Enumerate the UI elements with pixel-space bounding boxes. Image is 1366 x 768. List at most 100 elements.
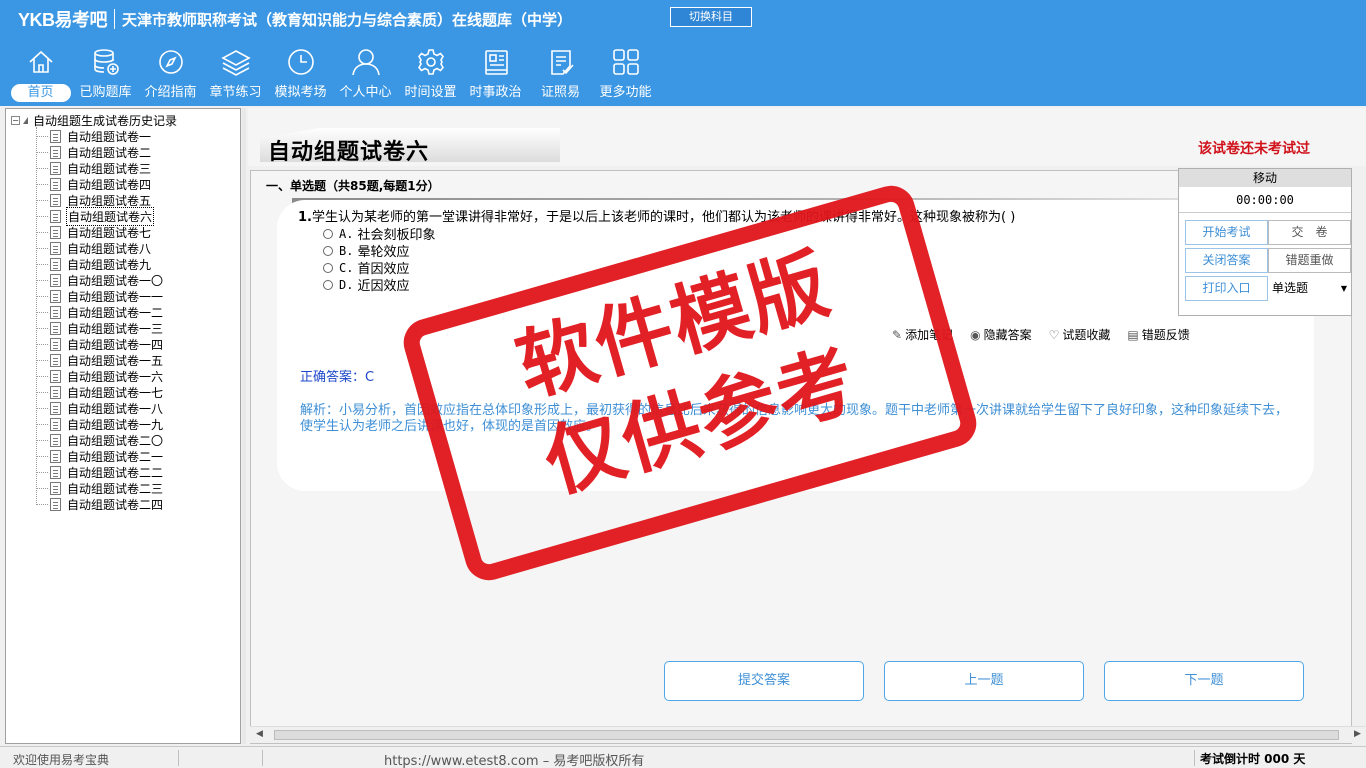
hand-in-button[interactable]: 交 卷 xyxy=(1268,220,1351,245)
tree-connector xyxy=(36,231,48,233)
brand: YKB易考吧 天津市教师职称考试（教育知识能力与综合素质）在线题库（中学） xyxy=(18,8,572,30)
nav-label: 模拟考场 xyxy=(274,85,327,100)
nav-mock-exam[interactable]: 模拟考场 xyxy=(268,46,333,104)
tree-item[interactable]: 自动组题试卷七 xyxy=(36,224,164,240)
nav-label: 已购题库 xyxy=(79,85,132,100)
tree-connector xyxy=(36,279,48,281)
nav-certificate[interactable]: 证照易 xyxy=(528,46,593,104)
radio-button[interactable] xyxy=(323,228,333,239)
panel-move-handle[interactable]: 移动 xyxy=(1179,169,1351,187)
tree-item[interactable]: 自动组题试卷一三 xyxy=(36,320,164,336)
action-label: 错题反馈 xyxy=(1141,328,1190,342)
report-icon: ▤ xyxy=(1127,327,1139,342)
nav-home[interactable]: 首页 xyxy=(8,46,73,104)
status-bar: 欢迎使用易考宝典 https://www.etest8.com – 易考吧版权所… xyxy=(0,746,1366,768)
radio-button[interactable] xyxy=(323,279,333,290)
nav-guide[interactable]: 介绍指南 xyxy=(138,46,203,104)
tree-root-label: 自动组题生成试卷历史记录 xyxy=(33,113,178,128)
tree-connector xyxy=(36,343,48,345)
tree-connector xyxy=(36,391,48,393)
next-question-button[interactable]: 下一题 xyxy=(1104,661,1304,701)
heart-icon: ♡ xyxy=(1048,327,1060,342)
previous-question-button[interactable]: 上一题 xyxy=(884,661,1084,701)
tree-item[interactable]: 自动组题试卷二 xyxy=(36,144,164,160)
tree-item[interactable]: 自动组题试卷二一 xyxy=(36,448,164,464)
tree-item-label: 自动组题试卷二三 xyxy=(67,481,164,496)
document-icon xyxy=(50,353,61,367)
tree-item[interactable]: 自动组题试卷一六 xyxy=(36,368,164,384)
print-button[interactable]: 打印入口 xyxy=(1185,276,1268,301)
tree-item[interactable]: 自动组题试卷二〇 xyxy=(36,432,164,448)
option-letter: A. xyxy=(339,226,354,241)
question-type-select[interactable]: 单选题 ▼ xyxy=(1268,276,1351,301)
tree-item[interactable]: 自动组题试卷一五 xyxy=(36,352,164,368)
gear-icon xyxy=(415,46,447,78)
tree-item[interactable]: 自动组题试卷九 xyxy=(36,256,164,272)
tree-item[interactable]: 自动组题试卷一 xyxy=(36,128,164,144)
tree-item[interactable]: 自动组题试卷一一 xyxy=(36,288,164,304)
tree-connector xyxy=(36,455,48,457)
tree-connector xyxy=(36,247,48,249)
tree-root[interactable]: − 自动组题生成试卷历史记录 xyxy=(11,112,177,128)
tree-item-label: 自动组题试卷一二 xyxy=(67,305,164,320)
tree-item[interactable]: 自动组题试卷六 xyxy=(36,206,164,226)
tree-item[interactable]: 自动组题试卷一〇 xyxy=(36,272,164,288)
tree-connector xyxy=(36,487,48,489)
horizontal-scrollbar[interactable]: ◀ ▶ xyxy=(250,726,1365,743)
error-report-button[interactable]: ▤ 错题反馈 xyxy=(1127,326,1189,343)
favorite-button[interactable]: ♡ 试题收藏 xyxy=(1049,326,1111,343)
document-icon xyxy=(50,161,61,175)
tree-item[interactable]: 自动组题试卷三 xyxy=(36,160,164,176)
scroll-right-icon[interactable]: ▶ xyxy=(1354,729,1361,739)
tree-item[interactable]: 自动组题试卷八 xyxy=(36,240,164,256)
grid-icon xyxy=(610,46,642,78)
dropdown-caret-icon[interactable]: ▼ xyxy=(1341,276,1347,301)
redo-wrong-button[interactable]: 错题重做 xyxy=(1268,248,1351,273)
document-icon xyxy=(50,177,61,191)
tree-item[interactable]: 自动组题试卷四 xyxy=(36,176,164,192)
tree-connector xyxy=(36,295,48,297)
nav-more[interactable]: 更多功能 xyxy=(593,46,658,104)
tree-item[interactable]: 自动组题试卷一九 xyxy=(36,416,164,432)
tree-item-label: 自动组题试卷一四 xyxy=(67,337,164,352)
radio-button[interactable] xyxy=(323,245,333,256)
tree-connector xyxy=(36,327,48,329)
option-d[interactable]: D. 近因效应 xyxy=(323,275,409,294)
tree-item[interactable]: 自动组题试卷一四 xyxy=(36,336,164,352)
tree-item-label: 自动组题试卷四 xyxy=(67,177,152,192)
app-logo: YKB易考吧 xyxy=(18,10,108,30)
tree-item-label: 自动组题试卷二二 xyxy=(67,465,164,480)
close-answer-button[interactable]: 关闭答案 xyxy=(1185,248,1268,273)
hide-answer-button[interactable]: ◉ 隐藏答案 xyxy=(970,326,1032,343)
scroll-left-icon[interactable]: ◀ xyxy=(256,729,263,739)
option-letter: C. xyxy=(339,260,354,275)
tree-item[interactable]: 自动组题试卷一八 xyxy=(36,400,164,416)
database-icon xyxy=(90,46,122,78)
document-icon xyxy=(50,305,61,319)
nav-label: 更多功能 xyxy=(599,85,652,100)
nav-current-affairs[interactable]: 时事政治 xyxy=(463,46,528,104)
tree-connector xyxy=(36,359,48,361)
news-icon xyxy=(480,46,512,78)
submit-answer-button[interactable]: 提交答案 xyxy=(664,661,864,701)
tree-item[interactable]: 自动组题试卷二四 xyxy=(36,496,164,512)
option-letter: B. xyxy=(339,243,354,258)
sidebar-splitter[interactable] xyxy=(242,108,246,744)
tree-item[interactable]: 自动组题试卷一七 xyxy=(36,384,164,400)
document-icon xyxy=(50,401,61,415)
collapse-icon[interactable]: − xyxy=(11,115,20,125)
tree-item[interactable]: 自动组题试卷二三 xyxy=(36,480,164,496)
start-exam-button[interactable]: 开始考试 xyxy=(1185,220,1268,245)
radio-button[interactable] xyxy=(323,262,333,273)
scrollbar-thumb[interactable] xyxy=(274,730,1339,740)
nav-time-settings[interactable]: 时间设置 xyxy=(398,46,463,104)
document-icon xyxy=(50,257,61,271)
nav-personal-center[interactable]: 个人中心 xyxy=(333,46,398,104)
tree-item[interactable]: 自动组题试卷一二 xyxy=(36,304,164,320)
tree-connector xyxy=(36,503,48,505)
nav-chapter-practice[interactable]: 章节练习 xyxy=(203,46,268,104)
nav-purchased[interactable]: 已购题库 xyxy=(73,46,138,104)
tree-item[interactable]: 自动组题试卷二二 xyxy=(36,464,164,480)
switch-subject-button[interactable]: 切换科目 xyxy=(670,7,752,27)
status-divider xyxy=(1194,750,1195,766)
